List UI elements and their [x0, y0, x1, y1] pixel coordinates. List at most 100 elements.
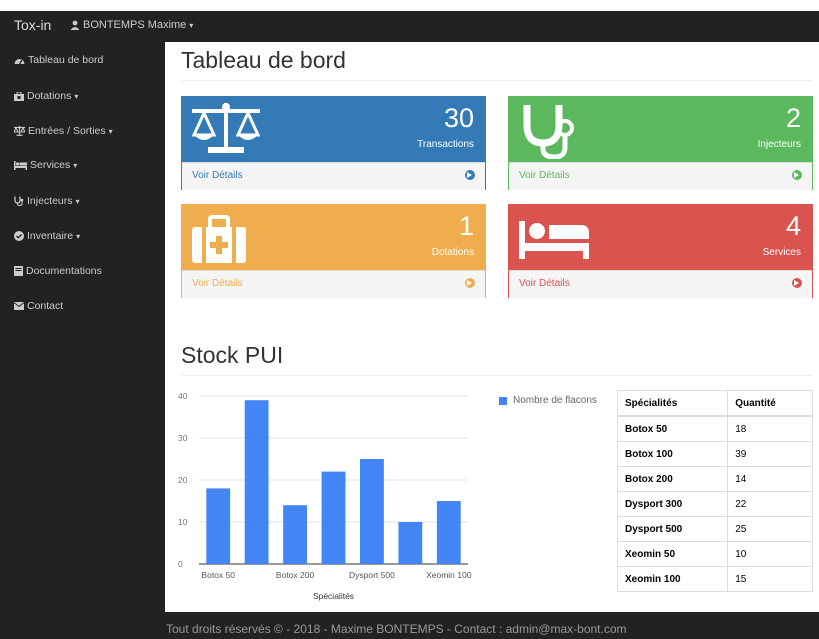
x-tick-label: Botox 50 — [201, 570, 235, 580]
sidebar-item-label: Entrées / Sorties — [28, 125, 106, 137]
sidebar-item-inventaire[interactable]: Inventaire ▾ — [14, 230, 80, 242]
table-row: Botox 100 39 — [616, 441, 813, 467]
panel-count: 1 — [458, 211, 474, 241]
table-header-specialites: Spécialités — [616, 390, 729, 417]
user-icon — [70, 20, 80, 30]
panel-services: 4 Services Voir Détails — [508, 204, 813, 298]
voir-details-link[interactable]: Voir Détails — [519, 278, 570, 289]
voir-details-link[interactable]: Voir Détails — [192, 278, 243, 289]
y-tick-label: 20 — [178, 475, 188, 485]
briefcase-icon — [14, 91, 24, 101]
table-cell-specialite: Xeomin 50 — [616, 541, 729, 567]
chart-bar — [360, 459, 384, 564]
table-row: Botox 50 18 — [616, 415, 813, 442]
sidebar-item-contact[interactable]: Contact — [14, 300, 63, 312]
table-cell-quantite: 14 — [727, 466, 813, 492]
arrow-circle-right-icon — [792, 278, 802, 288]
chart-bar — [398, 522, 423, 564]
user-menu[interactable]: BONTEMPS Maxime ▾ — [70, 19, 193, 31]
sidebar-item-entrees-sorties[interactable]: Entrées / Sorties ▾ — [14, 125, 113, 137]
panel-footer-link[interactable]: Voir Détails — [509, 270, 812, 298]
dashboard-icon — [14, 58, 25, 64]
caret-down-icon: ▾ — [108, 126, 113, 136]
x-tick-label: Xeomin 100 — [426, 570, 472, 580]
sidebar-item-label: Contact — [27, 300, 64, 312]
panel-heading: 4 Services — [509, 205, 812, 270]
voir-details-link[interactable]: Voir Détails — [519, 170, 570, 181]
sidebar: Tableau de bord Dotations ▾ Entrées / So… — [0, 42, 165, 612]
table-cell-quantite: 25 — [727, 516, 813, 542]
stock-title: Stock PUI — [181, 342, 284, 368]
title-divider — [181, 80, 813, 81]
bed-icon — [519, 221, 589, 259]
table-row: Dysport 300 22 — [616, 491, 813, 517]
table-cell-quantite: 15 — [727, 566, 813, 592]
table-cell-quantite: 22 — [727, 491, 813, 517]
table-header-quantite: Quantité — [727, 390, 813, 417]
table-cell-specialite: Dysport 300 — [616, 491, 729, 517]
table-cell-quantite: 10 — [727, 541, 813, 567]
panel-footer-link[interactable]: Voir Détails — [182, 270, 485, 298]
table-header-row: Spécialités Quantité — [616, 390, 813, 417]
bed-icon — [14, 160, 27, 170]
panel-heading: 1 Dotations — [182, 205, 485, 270]
panel-injecteurs: 2 Injecteurs Voir Détails — [508, 96, 813, 190]
arrow-circle-right-icon — [465, 170, 475, 180]
panel-dotations: 1 Dotations Voir Détails — [181, 204, 486, 298]
table-row: Dysport 500 25 — [616, 516, 813, 542]
table-cell-specialite: Botox 100 — [616, 441, 729, 467]
arrow-circle-right-icon — [792, 170, 802, 180]
chart-bar — [206, 488, 231, 564]
sidebar-item-label: Services — [30, 159, 71, 171]
sidebar-item-label: Dotations — [27, 90, 72, 102]
stock-table: Spécialités Quantité Botox 50 18 Botox 10… — [616, 390, 813, 592]
caret-down-icon: ▾ — [76, 231, 81, 241]
voir-details-link[interactable]: Voir Détails — [192, 170, 243, 181]
chart-bar — [436, 501, 461, 564]
table-cell-specialite: Botox 50 — [616, 415, 729, 442]
sidebar-item-dotations[interactable]: Dotations ▾ — [14, 90, 78, 102]
table-row: Xeomin 100 15 — [616, 566, 813, 592]
table-row: Xeomin 50 10 — [616, 541, 813, 567]
panel-footer-link[interactable]: Voir Détails — [509, 162, 812, 190]
sidebar-item-documentations[interactable]: Documentations — [14, 265, 102, 277]
footer-text: Tout droits réservés © - 2018 - Maxime B… — [166, 622, 627, 636]
user-name: BONTEMPS Maxime — [83, 19, 187, 31]
arrow-circle-right-icon — [465, 278, 475, 288]
sidebar-item-label: Inventaire — [27, 230, 74, 242]
stock-bar-chart: 0 10 20 30 40 Botox 50 Botox 200 Dysport 500 Xeo… — [178, 391, 472, 601]
y-tick-label: 30 — [178, 433, 188, 443]
top-navbar: Tox-in BONTEMPS Maxime ▾ — [0, 11, 819, 42]
panel-heading: 30 Transactions — [182, 97, 485, 162]
chart-bar — [244, 400, 269, 564]
book-icon — [14, 266, 23, 276]
check-circle-icon — [14, 231, 24, 241]
sidebar-item-services[interactable]: Services ▾ — [14, 159, 77, 171]
chart-bar — [283, 505, 307, 564]
panel-count: 30 — [443, 103, 474, 133]
envelope-icon — [14, 302, 24, 310]
caret-down-icon: ▾ — [74, 91, 79, 101]
balance-icon — [14, 126, 25, 136]
sidebar-item-label: Injecteurs — [27, 195, 73, 207]
table-cell-specialite: Xeomin 100 — [616, 566, 729, 592]
chart-bar — [321, 471, 346, 564]
x-tick-label: Dysport 500 — [349, 570, 395, 580]
sidebar-item-tableau-de-bord[interactable]: Tableau de bord — [14, 54, 103, 66]
table-row: Botox 200 14 — [616, 466, 813, 492]
top-margin — [0, 0, 819, 11]
caret-down-icon: ▾ — [75, 196, 80, 206]
panel-heading: 2 Injecteurs — [509, 97, 812, 162]
panel-transactions: 30 Transactions Voir Détails — [181, 96, 486, 190]
caret-down-icon: ▾ — [73, 160, 78, 170]
page-title: Tableau de bord — [181, 47, 346, 73]
stethoscope-icon — [523, 105, 574, 159]
y-tick-label: 0 — [178, 559, 183, 569]
table-cell-specialite: Dysport 500 — [616, 516, 729, 542]
panel-footer-link[interactable]: Voir Détails — [182, 162, 485, 190]
brand-logo[interactable]: Tox-in — [14, 17, 51, 33]
sidebar-item-injecteurs[interactable]: Injecteurs ▾ — [14, 195, 80, 207]
y-tick-label: 40 — [178, 391, 188, 401]
panel-count: 4 — [785, 211, 801, 241]
panel-label: Injecteurs — [757, 139, 801, 150]
